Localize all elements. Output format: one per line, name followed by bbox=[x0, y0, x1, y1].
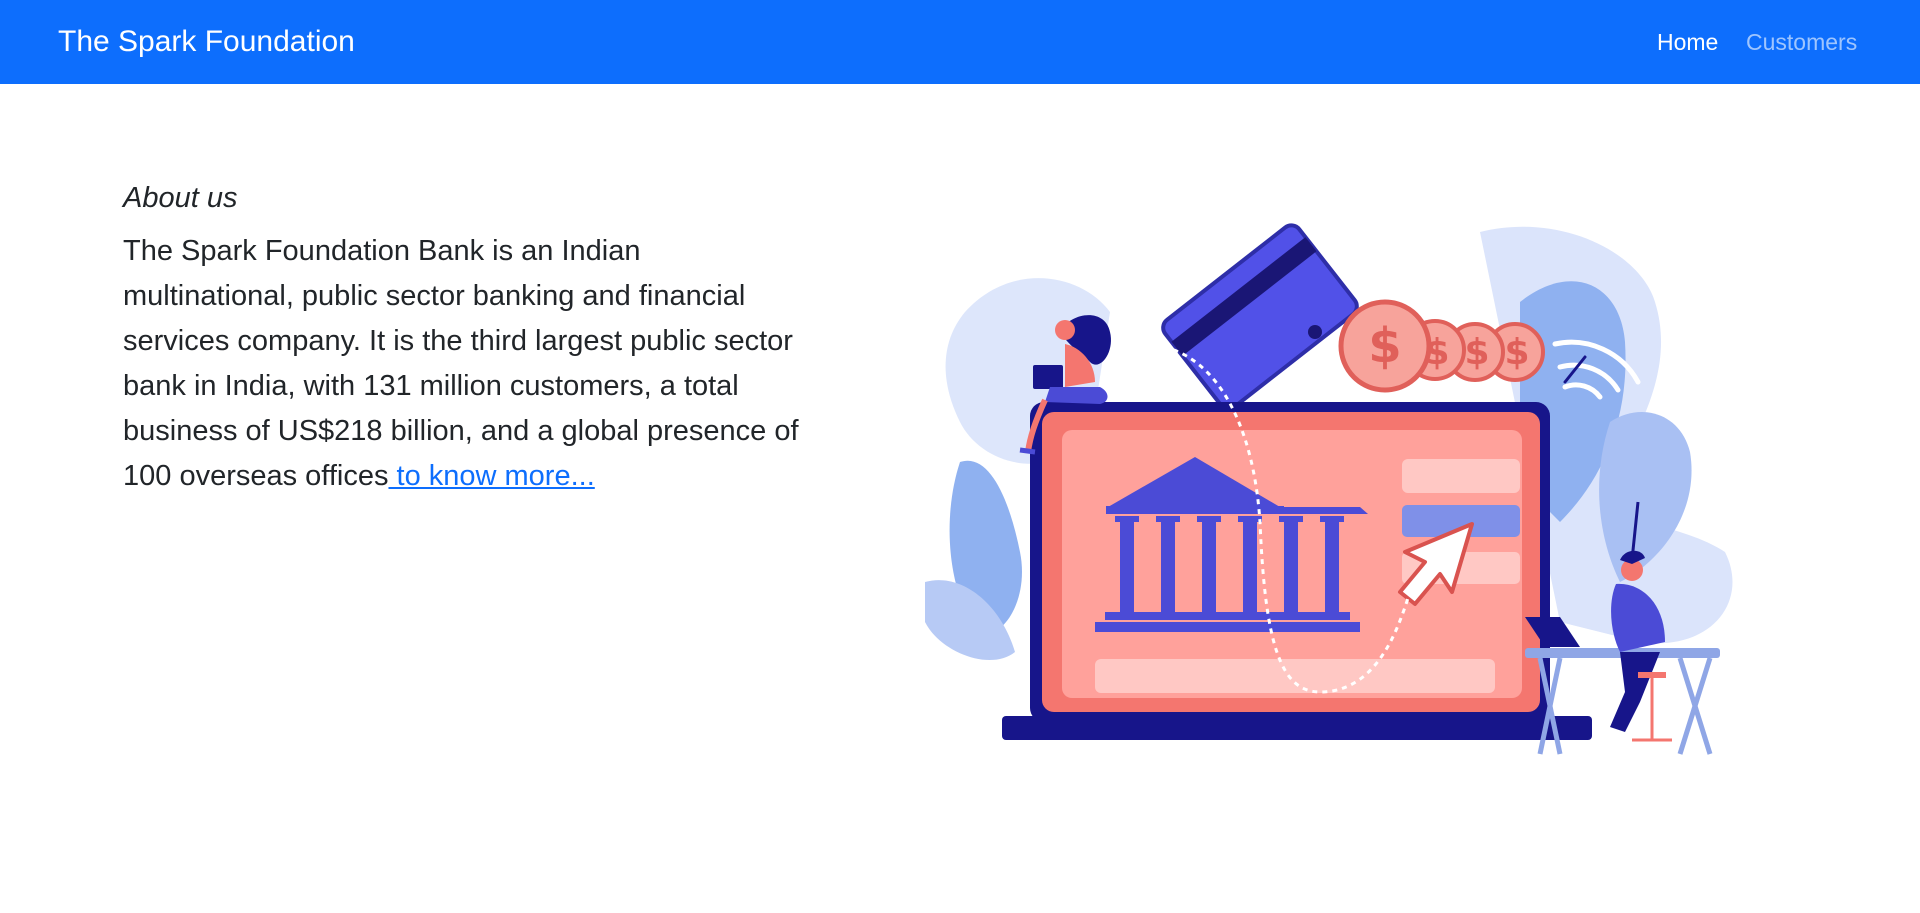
about-heading: About us bbox=[123, 182, 238, 214]
online-banking-illustration: $ $ $ $ bbox=[925, 223, 1733, 755]
dollar-sign: $ bbox=[1504, 332, 1529, 373]
dollar-sign: $ bbox=[1368, 318, 1401, 374]
nav-home-link[interactable]: Home bbox=[1657, 28, 1718, 56]
nav-customers-link[interactable]: Customers bbox=[1746, 28, 1857, 56]
know-more-link[interactable]: to know more... bbox=[388, 460, 595, 492]
dollar-sign: $ bbox=[1464, 332, 1489, 373]
laptop-base bbox=[1002, 716, 1592, 740]
dollar-sign: $ bbox=[1424, 332, 1449, 373]
credit-card-icon bbox=[1161, 223, 1359, 411]
about-paragraph: The Spark Foundation Bank is an Indian m… bbox=[123, 229, 803, 499]
brand-link[interactable]: The Spark Foundation bbox=[58, 25, 355, 59]
about-body-text: The Spark Foundation Bank is an Indian m… bbox=[123, 235, 799, 492]
top-navbar: The Spark Foundation Home Customers bbox=[0, 0, 1920, 84]
